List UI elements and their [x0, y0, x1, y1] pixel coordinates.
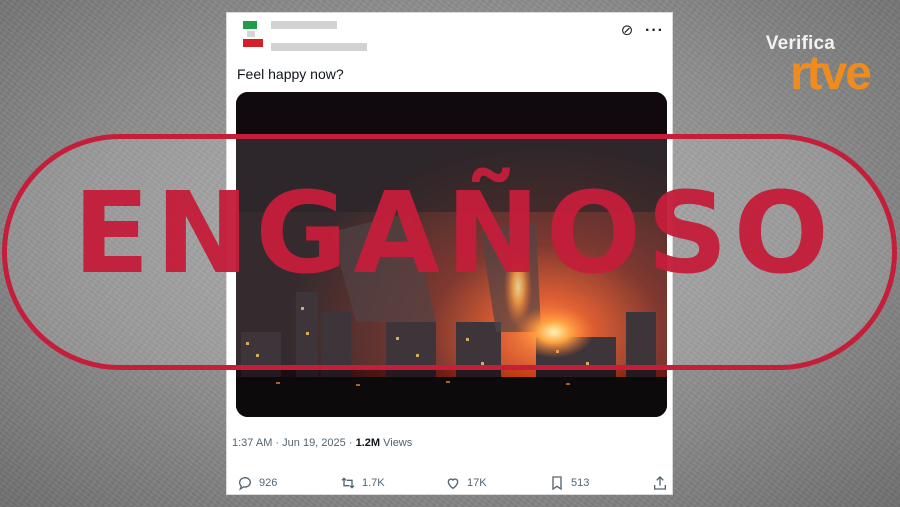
like-count: 17K: [467, 477, 487, 489]
bookmark-count: 513: [571, 477, 590, 489]
bookmark-icon: [552, 476, 562, 491]
avatar[interactable]: [241, 21, 265, 57]
views-count: 1.2M: [355, 437, 381, 449]
rtve-wordmark: rtve: [789, 47, 872, 100]
repost-icon: [341, 477, 355, 489]
repost-count: 1.7K: [362, 477, 385, 489]
reply-count: 926: [259, 477, 278, 489]
meta-separator: ·: [348, 437, 353, 449]
tweet-actions: 926 1.7K 17K 513: [235, 475, 668, 491]
misleading-stamp-label: ENGAÑOSO: [73, 169, 835, 299]
heart-icon: [447, 478, 459, 490]
grok-icon[interactable]: ⊘: [619, 23, 635, 39]
meta-separator: ·: [275, 437, 280, 449]
blurred-display-name[interactable]: [271, 21, 337, 29]
reply-button[interactable]: 926: [237, 475, 277, 491]
tweet-time[interactable]: 1:37 AM: [232, 437, 272, 449]
more-options-icon[interactable]: ···: [645, 23, 664, 39]
bookmark-button[interactable]: 513: [549, 475, 589, 491]
blurred-handle[interactable]: [271, 43, 367, 51]
repost-button[interactable]: 1.7K: [340, 475, 385, 491]
like-button[interactable]: 17K: [445, 475, 487, 491]
verifica-rtve-logo: Verifica rtve: [742, 30, 872, 110]
tweet-date[interactable]: Jun 19, 2025: [282, 437, 346, 449]
reply-icon: [239, 477, 251, 491]
share-icon: [654, 476, 666, 490]
tweet-meta: 1:37 AM · Jun 19, 2025 · 1.2M Views: [232, 437, 412, 449]
views-label: Views: [383, 437, 413, 449]
tweet-text: Feel happy now?: [237, 66, 344, 82]
share-button[interactable]: [652, 475, 668, 491]
